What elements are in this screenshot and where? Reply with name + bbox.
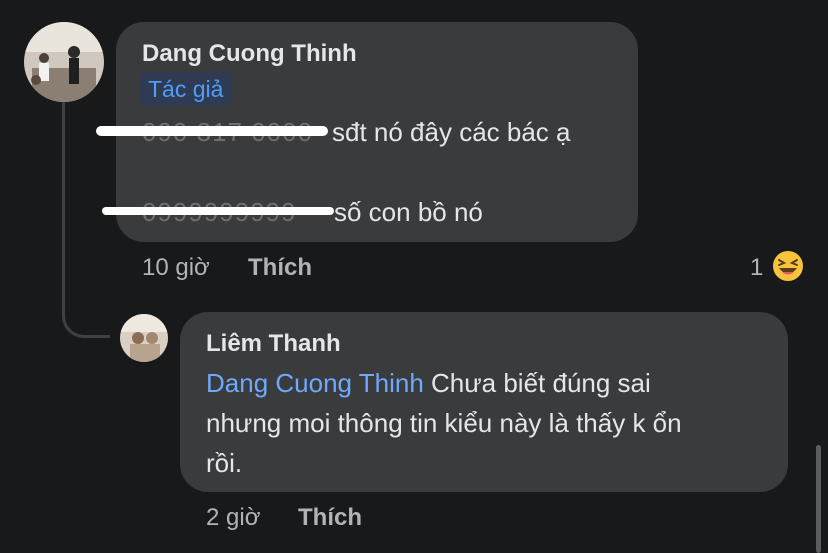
laughing-emoji-icon[interactable] bbox=[770, 248, 806, 289]
reply-text-line-1-content: Chưa biết đúng sai bbox=[423, 368, 651, 398]
comment-timestamp[interactable]: 10 giờ bbox=[142, 254, 210, 282]
comment-author-name[interactable]: Dang Cuong Thinh bbox=[142, 40, 357, 68]
reply-text-line-3: rồi. bbox=[206, 448, 243, 478]
avatar-dang-cuong-thinh[interactable] bbox=[24, 22, 104, 102]
avatar-liem-thanh[interactable] bbox=[120, 314, 168, 362]
laughing-emoji-graphic bbox=[771, 249, 805, 283]
reply-text-line-2: nhưng moi thông tin kiểu này là thấy k ổ… bbox=[206, 408, 682, 438]
mention-link[interactable]: Dang Cuong Thinh bbox=[206, 368, 424, 398]
avatar-photo bbox=[24, 22, 104, 102]
redaction-mark-2 bbox=[102, 207, 334, 215]
scrollbar[interactable] bbox=[816, 445, 821, 553]
reply-like-button[interactable]: Thích bbox=[298, 504, 362, 532]
redaction-mark-1 bbox=[96, 126, 328, 136]
reaction-count[interactable]: 1 bbox=[750, 254, 763, 282]
avatar-photo bbox=[120, 314, 168, 362]
author-badge: Tác giả bbox=[140, 72, 232, 106]
comment-like-button[interactable]: Thích bbox=[248, 254, 312, 282]
comment-text-line-1: sđt nó đây các bác ạ bbox=[332, 117, 571, 147]
reply-text-line-1: Dang Cuong Thinh Chưa biết đúng sai bbox=[206, 368, 651, 398]
comment-text-line-2: số con bồ nó bbox=[334, 197, 483, 227]
reply-timestamp[interactable]: 2 giờ bbox=[206, 504, 260, 532]
reply-author-name[interactable]: Liêm Thanh bbox=[206, 330, 341, 358]
reply-thread-connector bbox=[62, 102, 110, 338]
